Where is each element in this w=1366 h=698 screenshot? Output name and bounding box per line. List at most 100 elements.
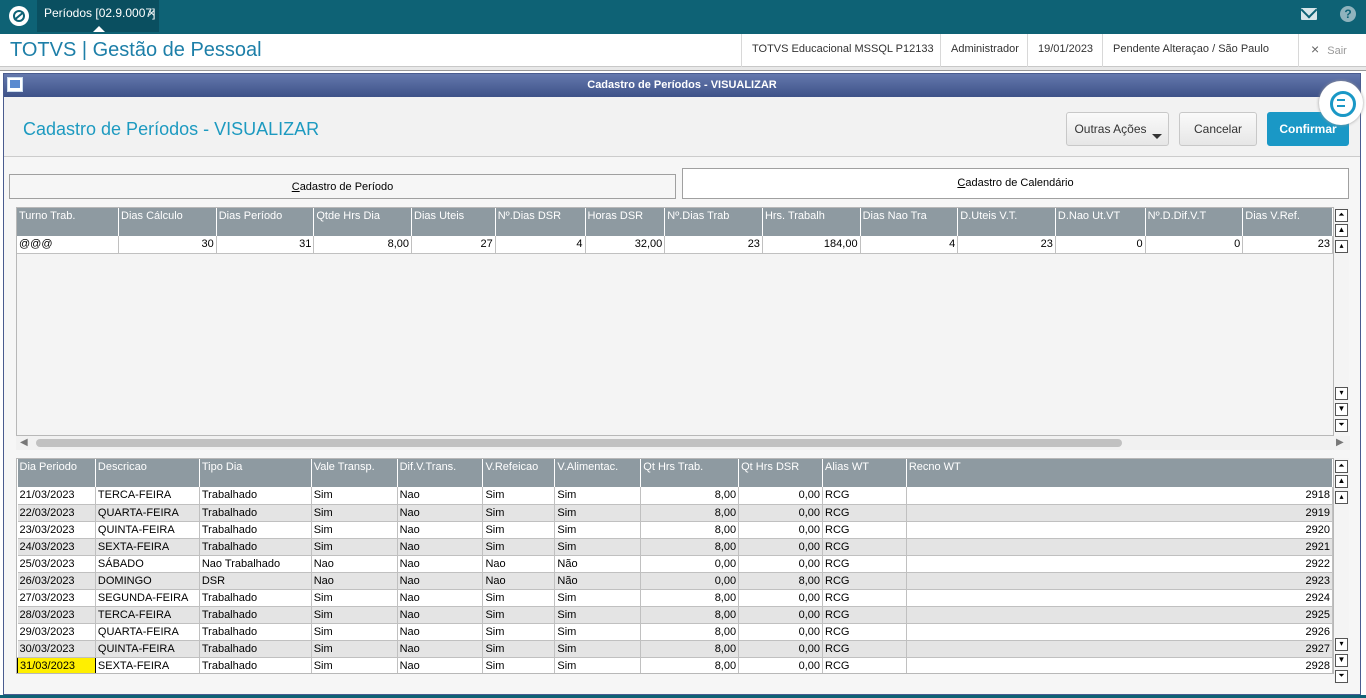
scroll-top-icon[interactable]: ⏶ xyxy=(1335,209,1348,222)
table-cell[interactable]: Trabalhado xyxy=(199,606,312,624)
table-cell[interactable]: Nao xyxy=(397,555,484,573)
table-cell[interactable]: Nao xyxy=(482,572,556,590)
table-cell[interactable]: 8,00 xyxy=(640,623,740,641)
column-header[interactable]: Nº.Dias Trab xyxy=(664,208,763,236)
table-cell[interactable]: TERCA-FEIRA xyxy=(95,487,200,505)
column-header[interactable]: Descricao xyxy=(95,459,200,487)
table-cell[interactable]: Trabalhado xyxy=(199,657,312,673)
table-cell[interactable]: Sim xyxy=(482,657,556,673)
table-row[interactable]: 28/03/2023 TERCA-FEIRA Trabalhado Sim Nao Sim… xyxy=(17,606,1333,624)
table-row[interactable]: 23/03/2023 QUINTA-FEIRA Trabalhado Sim Nao Si… xyxy=(17,521,1333,539)
scroll-left-icon[interactable]: ◀ xyxy=(20,437,28,448)
table-cell[interactable]: Trabalhado xyxy=(199,504,312,522)
table-cell[interactable]: RCG xyxy=(822,521,907,539)
column-header[interactable]: V.Alimentac. xyxy=(554,459,642,487)
column-header[interactable]: Dias Período xyxy=(216,208,315,236)
table-cell[interactable]: Trabalhado xyxy=(199,623,312,641)
table-cell[interactable]: 2921 xyxy=(906,538,1333,556)
table-cell[interactable]: Sim xyxy=(554,504,642,522)
table-cell[interactable]: QUARTA-FEIRA xyxy=(95,623,200,641)
table-cell[interactable]: 8,00 xyxy=(640,657,740,673)
table-cell[interactable]: Não xyxy=(554,572,642,590)
table-cell[interactable]: Nao xyxy=(397,589,484,607)
table-cell[interactable]: Sim xyxy=(554,640,642,658)
table-cell[interactable]: QUINTA-FEIRA xyxy=(95,521,200,539)
table-cell[interactable]: Sim xyxy=(482,538,556,556)
table-cell[interactable]: 23/03/2023 xyxy=(17,521,96,539)
column-header[interactable]: Qtde Hrs Dia xyxy=(313,208,413,236)
calendar-grid-scrollbar[interactable]: ⏶ ▲ ▴ ▾ ▼ ⏷ xyxy=(1334,458,1349,684)
table-cell[interactable]: 30/03/2023 xyxy=(17,640,96,658)
table-cell[interactable]: 21/03/2023 xyxy=(17,487,96,505)
column-header[interactable]: Vale Transp. xyxy=(311,459,398,487)
table-cell[interactable]: Sim xyxy=(482,487,556,505)
table-cell[interactable]: Nao xyxy=(311,555,398,573)
table-cell[interactable]: 4 xyxy=(860,236,959,254)
table-cell[interactable]: Sim xyxy=(482,504,556,522)
table-cell[interactable]: 2926 xyxy=(906,623,1333,641)
table-cell[interactable]: 2920 xyxy=(906,521,1333,539)
table-cell[interactable]: 27/03/2023 xyxy=(17,589,96,607)
table-cell[interactable]: @@@ xyxy=(17,236,120,254)
table-cell[interactable]: 8,00 xyxy=(640,521,740,539)
table-row[interactable]: 27/03/2023 SEGUNDA-FEIRA Trabalhado Sim Nao S… xyxy=(17,589,1333,607)
scroll-page-down-icon[interactable]: ▼ xyxy=(1335,403,1348,416)
table-cell[interactable]: Sim xyxy=(311,538,398,556)
help-icon[interactable]: ? xyxy=(1340,6,1356,22)
table-cell[interactable]: 8,00 xyxy=(640,606,740,624)
table-cell[interactable]: RCG xyxy=(822,504,907,522)
table-cell[interactable]: 26/03/2023 xyxy=(17,572,96,590)
table-row[interactable]: 25/03/2023 SÁBADO Nao Trabalhado Nao Nao Nao N… xyxy=(17,555,1333,573)
table-cell[interactable]: 0,00 xyxy=(738,606,823,624)
table-cell[interactable]: Trabalhado xyxy=(199,640,312,658)
column-header[interactable]: Turno Trab. xyxy=(17,208,120,236)
table-cell[interactable]: 0,00 xyxy=(640,572,740,590)
table-cell[interactable]: Nao xyxy=(397,504,484,522)
table-cell[interactable]: 32,00 xyxy=(585,236,666,254)
table-cell[interactable]: 8,00 xyxy=(313,236,413,254)
table-cell[interactable]: Sim xyxy=(482,521,556,539)
table-row[interactable]: 31/03/2023 SEXTA-FEIRA Trabalhado Sim Nao Sim… xyxy=(17,656,1333,673)
table-cell[interactable]: 8,00 xyxy=(738,572,823,590)
table-cell[interactable]: RCG xyxy=(822,606,907,624)
exit-button[interactable]: × Sair xyxy=(1298,34,1364,67)
table-cell[interactable]: Sim xyxy=(554,487,642,505)
column-header[interactable]: Alias WT xyxy=(822,459,907,487)
table-cell[interactable]: Sim xyxy=(554,589,642,607)
scroll-bottom-icon[interactable]: ⏷ xyxy=(1335,670,1348,683)
table-cell[interactable]: 184,00 xyxy=(762,236,861,254)
table-cell[interactable]: 2928 xyxy=(906,657,1333,673)
table-cell[interactable]: Sim xyxy=(482,640,556,658)
table-cell[interactable]: Sim xyxy=(311,589,398,607)
column-header[interactable]: Dias V.Ref. xyxy=(1242,208,1333,236)
column-header[interactable]: Nº.Dias DSR xyxy=(495,208,586,236)
table-cell[interactable]: Sim xyxy=(311,640,398,658)
column-header[interactable]: Dias Nao Tra xyxy=(860,208,959,236)
scroll-right-icon[interactable]: ▶ xyxy=(1336,437,1344,448)
table-cell[interactable]: SEXTA-FEIRA xyxy=(95,657,200,673)
table-cell[interactable]: RCG xyxy=(822,487,907,505)
table-row[interactable]: @@@ 30 31 8,00 27 4 32,00 23 184,00 4 23 0 0 23 xyxy=(17,236,1333,254)
table-cell[interactable]: QUARTA-FEIRA xyxy=(95,504,200,522)
scroll-page-down-icon[interactable]: ▼ xyxy=(1335,654,1348,667)
table-cell[interactable]: 0,00 xyxy=(738,640,823,658)
column-header[interactable]: Tipo Dia xyxy=(199,459,312,487)
table-cell[interactable]: Nao xyxy=(397,623,484,641)
table-cell[interactable]: RCG xyxy=(822,623,907,641)
table-cell[interactable]: 25/03/2023 xyxy=(17,555,96,573)
other-actions-button[interactable]: Outras Ações xyxy=(1066,112,1169,146)
column-header[interactable]: Qt Hrs Trab. xyxy=(640,459,740,487)
column-header[interactable]: Qt Hrs DSR xyxy=(738,459,823,487)
table-cell[interactable]: Nao Trabalhado xyxy=(199,555,312,573)
table-cell[interactable]: DOMINGO xyxy=(95,572,200,590)
table-cell[interactable]: 0 xyxy=(1145,236,1244,254)
table-cell[interactable]: SEXTA-FEIRA xyxy=(95,538,200,556)
column-header[interactable]: Dias Cálculo xyxy=(118,208,217,236)
table-cell[interactable]: 0,00 xyxy=(640,555,740,573)
period-grid-scrollbar[interactable]: ⏶ ▲ ▴ ▾ ▼ ⏷ xyxy=(1334,207,1349,436)
scroll-page-up-icon[interactable]: ▲ xyxy=(1335,224,1348,237)
table-cell[interactable]: 2919 xyxy=(906,504,1333,522)
table-cell[interactable]: Nao xyxy=(482,555,556,573)
table-cell[interactable]: 2925 xyxy=(906,606,1333,624)
table-cell[interactable]: RCG xyxy=(822,572,907,590)
